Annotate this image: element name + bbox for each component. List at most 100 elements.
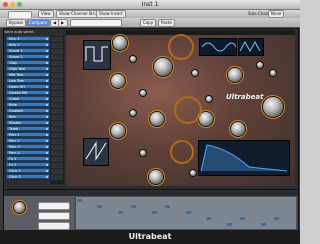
mod-knob-7[interactable]: [270, 70, 276, 76]
voice-led-icon: [46, 44, 48, 46]
voice-item-label: Perc 2: [9, 139, 20, 143]
voice-led-icon: [46, 140, 48, 142]
sequencer-step[interactable]: [274, 217, 280, 220]
voice-item[interactable]: Click 1: [6, 168, 50, 173]
resolution-select[interactable]: [38, 222, 70, 230]
window-title: Inst 1: [141, 1, 159, 8]
sequencer-step[interactable]: [151, 211, 157, 214]
sequencer-step[interactable]: [77, 199, 82, 202]
voice-item-label: Kick 1: [9, 37, 20, 41]
voice-item[interactable]: Shaker: [6, 120, 50, 125]
side-chain-select[interactable]: None: [268, 10, 285, 18]
pan-knob[interactable]: [231, 122, 245, 136]
envelope-curve-icon: [200, 144, 288, 172]
voice-led-icon: [46, 164, 48, 166]
sequencer-step[interactable]: [226, 223, 232, 226]
voice-item[interactable]: Perc 3: [6, 144, 50, 149]
copy-button[interactable]: Copy: [140, 19, 157, 27]
osc1-pitch-knob[interactable]: [113, 36, 127, 50]
mod-knob-9[interactable]: [190, 170, 196, 176]
voice-item-label: Fx 1: [9, 157, 17, 161]
voice-item-label: Cowbell: [9, 109, 23, 113]
sequencer-step[interactable]: [185, 211, 191, 214]
show-insert-button[interactable]: Show Insert: [96, 10, 126, 18]
envelope-display: [198, 140, 290, 176]
preset-name-field[interactable]: [70, 19, 122, 27]
voice-item[interactable]: High Tom: [6, 66, 50, 71]
sequencer-step[interactable]: [131, 205, 137, 208]
voice-item[interactable]: Closed HH: [6, 90, 50, 95]
voice-item-label: High Tom: [9, 67, 26, 71]
voice-item-label: Mid Tom: [9, 73, 24, 77]
mod-knob-1[interactable]: [130, 56, 136, 62]
lfo-wave-icon: [239, 40, 261, 53]
compare-button[interactable]: Compare: [26, 19, 51, 27]
voice-item-label: Closed HH: [9, 91, 28, 95]
mod-knob-4[interactable]: [192, 70, 198, 76]
voice-item[interactable]: Fx 2: [6, 162, 50, 167]
voice-item-label: Ride: [9, 103, 17, 107]
sequencer-step[interactable]: [117, 211, 123, 214]
sequencer-controls: [4, 196, 74, 230]
voice-item-label: Rim: [9, 115, 16, 119]
voice-item[interactable]: Tamb: [6, 126, 50, 131]
bypass-button[interactable]: Bypass: [6, 19, 27, 27]
voice-item[interactable]: Kick 1: [6, 36, 50, 41]
voice-item[interactable]: Snare 1: [6, 48, 50, 53]
voice-item[interactable]: Ride: [6, 102, 50, 107]
voice-item[interactable]: Kick 2: [6, 42, 50, 47]
sequencer-step[interactable]: [206, 217, 212, 220]
show-channel-strip-button[interactable]: Show Channel Strip: [56, 10, 102, 18]
toolbar-bottom: Bypass Compare ◀ ▶ Copy Paste: [0, 18, 300, 28]
mod-knob-2[interactable]: [140, 90, 146, 96]
voice-item[interactable]: Rim: [6, 114, 50, 119]
voice-item-label: Kick 2: [9, 43, 20, 47]
voice-mixer-cell[interactable]: [51, 174, 63, 180]
osc2-pitch-knob[interactable]: [228, 68, 242, 82]
ultrabeat-logo: Ultrabeat: [226, 93, 264, 101]
voice-led-icon: [46, 170, 48, 172]
sequencer-step[interactable]: [260, 223, 266, 226]
mod-knob-8[interactable]: [140, 150, 146, 156]
oscillator-2-display: [199, 38, 237, 56]
osc1-shape-knob[interactable]: [111, 74, 125, 88]
sequencer-step[interactable]: [165, 205, 171, 208]
filter-ring: [174, 96, 202, 124]
voice-item[interactable]: Open HH: [6, 84, 50, 89]
voice-led-icon: [46, 134, 48, 136]
voice-item[interactable]: Clap: [6, 60, 50, 65]
mod-knob-5[interactable]: [206, 96, 212, 102]
pattern-select[interactable]: [38, 202, 70, 210]
sequencer-step[interactable]: [240, 217, 246, 220]
paste-button[interactable]: Paste: [158, 19, 175, 27]
voice-item[interactable]: Crash: [6, 96, 50, 101]
mod-knob-3[interactable]: [130, 110, 136, 116]
next-preset-button[interactable]: ▶: [58, 19, 68, 27]
output-volume-knob[interactable]: [263, 97, 283, 117]
voice-item[interactable]: Mid Tom: [6, 72, 50, 77]
voice-item[interactable]: Fx 1: [6, 156, 50, 161]
voice-item-label: Snare 1: [9, 49, 23, 53]
voice-item[interactable]: Cowbell: [6, 108, 50, 113]
length-select[interactable]: [38, 212, 70, 220]
voice-item[interactable]: Perc 1: [6, 132, 50, 137]
swing-knob[interactable]: [14, 202, 25, 213]
voice-led-icon: [46, 74, 48, 76]
view-menu[interactable]: View: [38, 10, 54, 18]
voice-item[interactable]: Snare 2: [6, 54, 50, 59]
filter-cutoff-knob[interactable]: [154, 58, 172, 76]
sequencer-step[interactable]: [97, 205, 103, 208]
oscillator-1-display: [83, 40, 111, 70]
mod-knob-6[interactable]: [257, 62, 263, 68]
voice-item[interactable]: Click 2: [6, 174, 50, 179]
voice-led-icon: [46, 146, 48, 148]
voice-item[interactable]: Low Tom: [6, 78, 50, 83]
voice-item[interactable]: Perc 4: [6, 150, 50, 155]
ring-mod-knob[interactable]: [111, 124, 125, 138]
noise-level-knob[interactable]: [149, 170, 163, 184]
voice-led-icon: [46, 62, 48, 64]
lfo-display: [238, 38, 264, 56]
voice-item[interactable]: Perc 2: [6, 138, 50, 143]
filter-drive-knob[interactable]: [150, 112, 164, 126]
sequencer-step-grid[interactable]: [76, 197, 296, 229]
